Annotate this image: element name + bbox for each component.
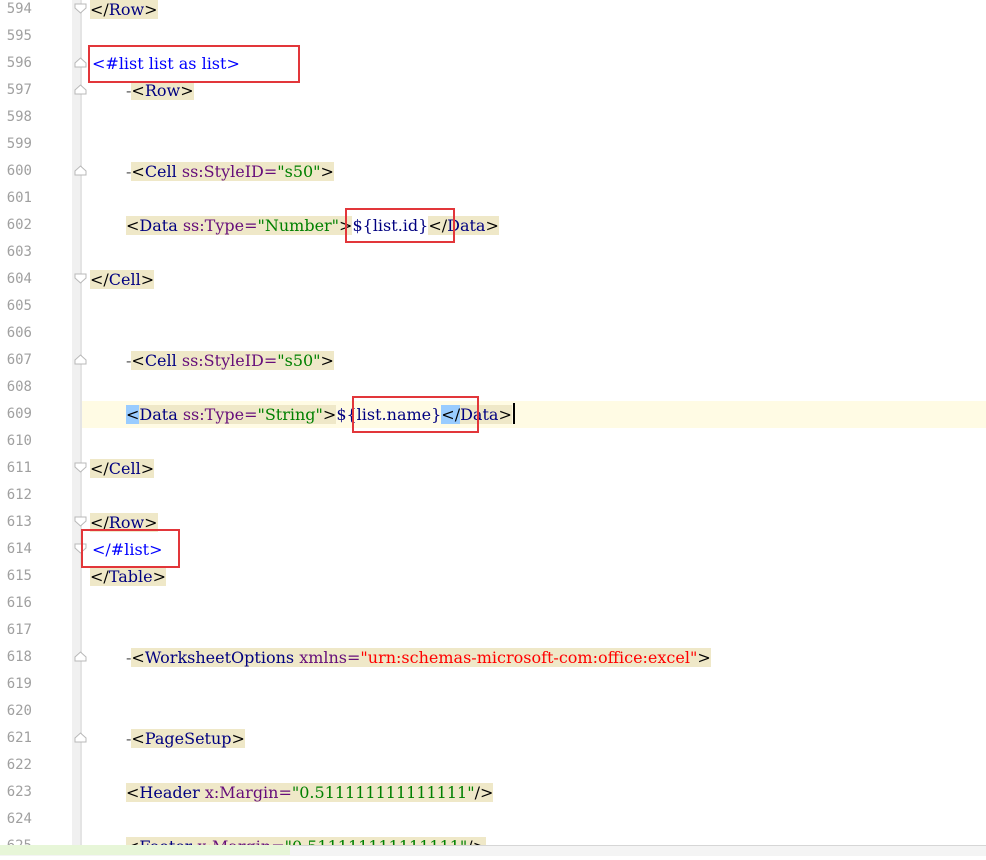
code-line: 606 bbox=[0, 320, 986, 347]
code-line: 621 -<PageSetup> bbox=[0, 725, 986, 752]
code-line: 612 bbox=[0, 482, 986, 509]
line-number: 609 bbox=[6, 406, 32, 422]
code-line: 598 bbox=[0, 104, 986, 131]
code-line: 594 </Row> bbox=[0, 0, 986, 23]
line-number: 596 bbox=[6, 55, 32, 71]
code-line: 624 bbox=[0, 806, 986, 833]
cell-close-tag: Cell bbox=[108, 270, 141, 289]
line-number: 601 bbox=[6, 190, 32, 206]
styleid-attribute: ss:StyleID= bbox=[181, 162, 278, 181]
fold-start-icon[interactable] bbox=[74, 651, 87, 662]
annotation-box-list-name bbox=[352, 396, 479, 433]
line-number: 616 bbox=[6, 595, 32, 611]
margin-attribute: x:Margin= bbox=[204, 783, 292, 802]
code-line: 619 bbox=[0, 671, 986, 698]
code-line: 620 bbox=[0, 698, 986, 725]
page-setup-tag: PageSetup bbox=[144, 729, 232, 748]
status-bar-indicator bbox=[0, 845, 290, 855]
line-number: 594 bbox=[6, 1, 32, 17]
code-line: 622 bbox=[0, 752, 986, 779]
code-line: 610 bbox=[0, 428, 986, 455]
line-number: 611 bbox=[6, 460, 32, 476]
text-cursor bbox=[512, 403, 515, 424]
annotation-box-list-close bbox=[81, 529, 180, 568]
type-attribute: ss:Type= bbox=[182, 216, 258, 235]
code-line: 611 </Cell> bbox=[0, 455, 986, 482]
line-number: 621 bbox=[6, 730, 32, 746]
line-number: 604 bbox=[6, 271, 32, 287]
code-line: 617 bbox=[0, 617, 986, 644]
fold-end-icon[interactable] bbox=[74, 462, 87, 473]
line-number: 617 bbox=[6, 622, 32, 638]
fold-start-icon[interactable] bbox=[74, 732, 87, 743]
line-number: 620 bbox=[6, 703, 32, 719]
annotation-box-list-open bbox=[88, 45, 300, 83]
code-line: 618 -<WorksheetOptions xmlns="urn:schema… bbox=[0, 644, 986, 671]
fold-start-icon[interactable] bbox=[74, 57, 87, 68]
margin-value: "0.511111111111111" bbox=[291, 783, 475, 802]
xmlns-value: "urn:schemas-microsoft-com:office:excel" bbox=[360, 648, 698, 667]
cell-open-tag: Cell bbox=[144, 351, 177, 370]
line-number: 605 bbox=[6, 298, 32, 314]
line-number: 595 bbox=[6, 28, 32, 44]
line-number: 612 bbox=[6, 487, 32, 503]
styleid-value: "s50" bbox=[277, 162, 321, 181]
code-line: 602 <Data ss:Type="Number">${list.id}</D… bbox=[0, 212, 986, 239]
type-value: "Number" bbox=[257, 216, 340, 235]
line-number: 619 bbox=[6, 676, 32, 692]
fold-start-icon[interactable] bbox=[74, 84, 87, 95]
code-line: 599 bbox=[0, 131, 986, 158]
cell-close-tag: Cell bbox=[108, 459, 141, 478]
code-line: 603 bbox=[0, 239, 986, 266]
line-number: 606 bbox=[6, 325, 32, 341]
styleid-attribute: ss:StyleID= bbox=[181, 351, 278, 370]
line-number: 600 bbox=[6, 163, 32, 179]
line-number: 624 bbox=[6, 811, 32, 827]
line-number: 597 bbox=[6, 82, 32, 98]
line-number: 623 bbox=[6, 784, 32, 800]
fold-start-icon[interactable] bbox=[74, 354, 87, 365]
header-tag: Header bbox=[139, 783, 200, 802]
line-number: 610 bbox=[6, 433, 32, 449]
table-close-tag: Table bbox=[108, 567, 153, 586]
type-value: "String" bbox=[257, 405, 323, 424]
line-number: 608 bbox=[6, 379, 32, 395]
line-number: 602 bbox=[6, 217, 32, 233]
row-close-tag: Row bbox=[108, 0, 145, 19]
code-editor[interactable]: 594 </Row> 595 596 <#list list as list> … bbox=[0, 0, 986, 856]
code-line: 608 bbox=[0, 374, 986, 401]
code-line: 601 bbox=[0, 185, 986, 212]
line-number: 599 bbox=[6, 136, 32, 152]
line-number: 598 bbox=[6, 109, 32, 125]
fold-start-icon[interactable] bbox=[74, 165, 87, 176]
line-number: 614 bbox=[6, 541, 32, 557]
code-line[interactable]: 609 <Data ss:Type="String">${list.name}<… bbox=[0, 401, 986, 428]
line-number: 622 bbox=[6, 757, 32, 773]
line-number: 613 bbox=[6, 514, 32, 530]
code-line: 616 bbox=[0, 590, 986, 617]
data-open-tag: Data bbox=[139, 216, 178, 235]
fold-end-icon[interactable] bbox=[74, 273, 87, 284]
styleid-value: "s50" bbox=[277, 351, 321, 370]
annotation-box-list-id bbox=[345, 208, 455, 243]
type-attribute: ss:Type= bbox=[182, 405, 258, 424]
fold-end-icon[interactable] bbox=[74, 516, 87, 527]
code-line: 600 -<Cell ss:StyleID="s50"> bbox=[0, 158, 986, 185]
code-line: 607 -<Cell ss:StyleID="s50"> bbox=[0, 347, 986, 374]
line-number: 618 bbox=[6, 649, 32, 665]
line-number: 607 bbox=[6, 352, 32, 368]
cell-open-tag: Cell bbox=[144, 162, 177, 181]
fold-end-icon[interactable] bbox=[74, 3, 87, 14]
xmlns-attribute: xmlns= bbox=[299, 648, 361, 667]
row-open-tag: Row bbox=[144, 81, 181, 100]
line-number: 603 bbox=[6, 244, 32, 260]
line-number: 615 bbox=[6, 568, 32, 584]
code-line: 604 </Cell> bbox=[0, 266, 986, 293]
code-line: 605 bbox=[0, 293, 986, 320]
worksheet-options-tag: WorksheetOptions bbox=[144, 648, 295, 667]
code-line: 623 <Header x:Margin="0.511111111111111"… bbox=[0, 779, 986, 806]
data-open-tag: Data bbox=[139, 405, 178, 424]
